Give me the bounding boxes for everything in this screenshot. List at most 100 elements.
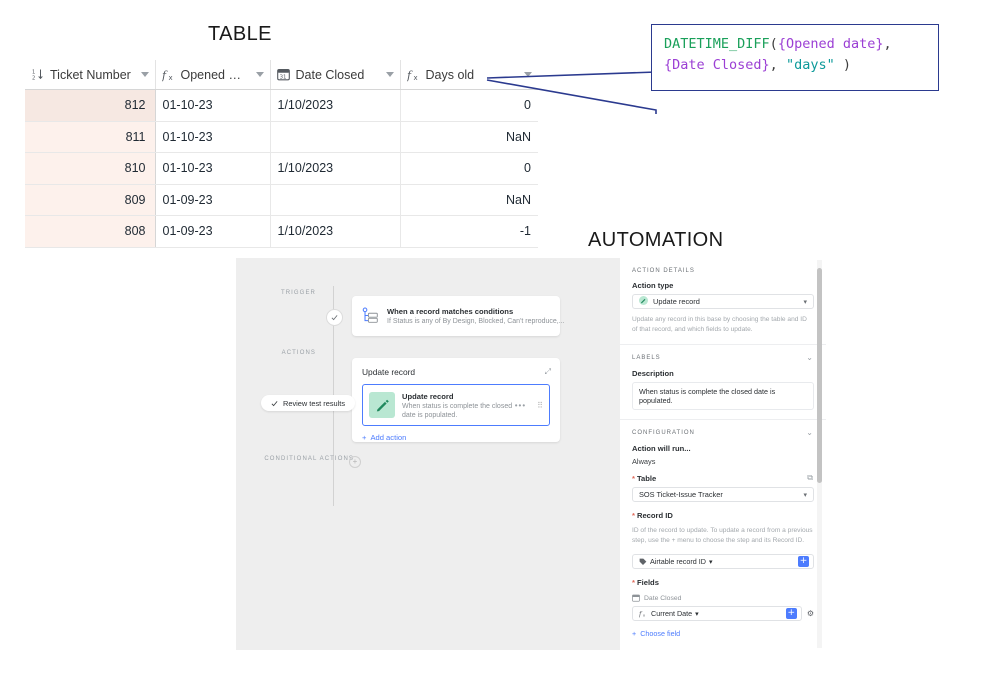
formula-callout-box: DATETIME_DIFF({Opened date}, {Date Close… [651,24,939,91]
pencil-icon [369,392,395,418]
field-value-input[interactable]: f x Current Date ▾ + [632,606,802,621]
formula-close-paren: ) [842,57,852,73]
open-table-icon[interactable]: ⧉ [807,473,814,483]
cell-ticket-number[interactable]: 810 [25,152,156,185]
cell-opened-date[interactable]: 01-10-23 [155,152,271,185]
fields-label: Fields [632,578,814,587]
cell-date-closed[interactable] [270,121,401,153]
description-label: Description [632,369,674,378]
choose-field-button[interactable]: + Choose field [632,629,814,638]
action-details-panel: ACTION DETAILS Action type Update record… [620,258,826,650]
review-test-results-button[interactable]: Review test results [261,395,356,411]
chevron-down-icon[interactable] [140,72,149,77]
insert-token-button[interactable]: + [785,608,797,619]
cell-date-closed[interactable]: 1/10/2023 [270,89,401,122]
cell-ticket-number[interactable]: 808 [25,215,156,248]
record-id-input[interactable]: Airtable record ID ▾ + [632,554,814,569]
table-label: Table [632,474,656,483]
table-row[interactable]: 809 01-09-23 NaN [25,184,538,216]
cell-opened-date[interactable]: 01-09-23 [155,215,271,248]
chevron-down-icon[interactable]: ⌄ [806,428,814,437]
chevron-down-icon[interactable]: ▾ [709,557,713,566]
grid: 1 2 Ticket Number f x Opened date 31 Dat… [25,60,538,248]
cell-date-closed[interactable]: 1/10/2023 [270,152,401,185]
add-conditional-action-icon[interactable]: + [349,456,361,468]
actions-card: Update record ⤢ Update record When statu… [352,358,560,442]
trigger-card-title: When a record matches conditions [387,307,514,316]
cell-days-old[interactable]: NaN [400,121,538,153]
svg-text:x: x [168,74,172,82]
cell-ticket-number[interactable]: 811 [25,121,156,153]
action-type-label: Action type [632,281,674,290]
table-row[interactable]: 808 01-09-23 1/10/2023 -1 [25,215,538,248]
page-title-automation: AUTOMATION [588,229,724,251]
chevron-down-icon[interactable] [385,72,394,77]
cell-ticket-number[interactable]: 812 [25,89,156,122]
current-date-token[interactable]: f x Current Date ▾ [639,609,699,618]
section-title: LABELS [632,354,661,361]
cell-opened-date[interactable]: 01-09-23 [155,184,271,216]
expand-icon[interactable]: ⤢ [545,367,551,377]
insert-token-button[interactable]: + [798,556,809,567]
divider [620,419,826,420]
cell-opened-date[interactable]: 01-10-23 [155,121,271,153]
record-id-token-label: Airtable record ID [650,557,706,566]
cell-days-old[interactable]: NaN [400,184,538,216]
panel-scrollbar[interactable] [817,260,822,648]
section-title: ACTION DETAILS [632,268,695,274]
column-header-ticket-number[interactable]: 1 2 Ticket Number [25,60,156,90]
column-header-date-closed[interactable]: 31 Date Closed [270,60,401,90]
formula-field-opened-date: {Opened date} [777,36,884,52]
action-item-subtitle-line2: date is populated. [402,411,458,419]
column-header-label: Opened date [180,67,247,82]
action-item-update-record[interactable]: Update record When status is complete th… [362,384,550,426]
automation-flow-canvas: TRIGGER When a record matches conditions… [236,258,620,650]
description-input[interactable]: When status is complete the closed date … [632,382,814,410]
gear-icon[interactable]: ⚙ [807,609,814,618]
cell-opened-date[interactable]: 01-10-23 [155,89,271,122]
section-title: CONFIGURATION [632,429,695,436]
cell-days-old[interactable]: -1 [400,215,538,248]
chevron-down-icon[interactable]: ▾ [803,298,807,306]
action-type-select[interactable]: Update record ▾ [632,294,814,309]
trigger-status-node[interactable] [326,309,343,326]
cell-days-old[interactable]: 0 [400,89,538,122]
formula-fx-icon: f x [162,68,176,82]
table-select[interactable]: SOS Ticket-Issue Tracker ▾ [632,487,814,502]
column-header-days-old[interactable]: f x Days old [400,60,538,90]
chevron-down-icon[interactable] [255,72,264,77]
column-header-opened-date[interactable]: f x Opened date [155,60,271,90]
formula-line-1: DATETIME_DIFF({Opened date}, [664,34,927,55]
column-header-label: Days old [425,67,475,82]
column-header-label: Ticket Number [50,67,131,82]
records-table: 1 2 Ticket Number f x Opened date 31 Dat… [25,60,538,248]
cell-date-closed[interactable] [270,184,401,216]
record-id-token[interactable]: Airtable record ID ▾ [639,557,713,566]
panel-scrollbar-thumb[interactable] [817,268,822,483]
more-options-icon[interactable]: ••• [515,401,526,410]
add-action-label: Add action [370,433,407,442]
action-type-value: Update record [653,297,700,306]
trigger-card-subtitle: If Status is any of By Design, Blocked, … [387,318,565,325]
chevron-down-icon[interactable]: ▾ [803,491,807,499]
plus-icon: + [632,629,637,638]
field-row-date-closed-label: Date Closed [632,594,814,602]
chevron-down-icon[interactable]: ⌄ [806,353,814,362]
choose-field-label: Choose field [640,629,681,638]
formula-comma: , [769,57,778,73]
table-header-row: 1 2 Ticket Number f x Opened date 31 Dat… [25,60,538,90]
table-row[interactable]: 810 01-10-23 1/10/2023 0 [25,152,538,185]
formula-fx-icon: f x [407,68,421,82]
table-row[interactable]: 811 01-10-23 NaN [25,121,538,153]
cell-ticket-number[interactable]: 809 [25,184,156,216]
chevron-down-icon[interactable]: ▾ [695,609,699,618]
chevron-down-icon[interactable] [524,72,532,77]
drag-handle-icon[interactable]: ⠿ [537,401,543,410]
table-row[interactable]: 812 01-10-23 1/10/2023 0 [25,89,538,122]
formula-comma: , [883,36,892,52]
cell-date-closed[interactable]: 1/10/2023 [270,215,401,248]
cell-days-old[interactable]: 0 [400,152,538,185]
add-action-button[interactable]: + Add action [362,433,550,442]
trigger-card[interactable]: When a record matches conditions If Stat… [352,296,565,336]
pencil-icon [639,296,648,307]
